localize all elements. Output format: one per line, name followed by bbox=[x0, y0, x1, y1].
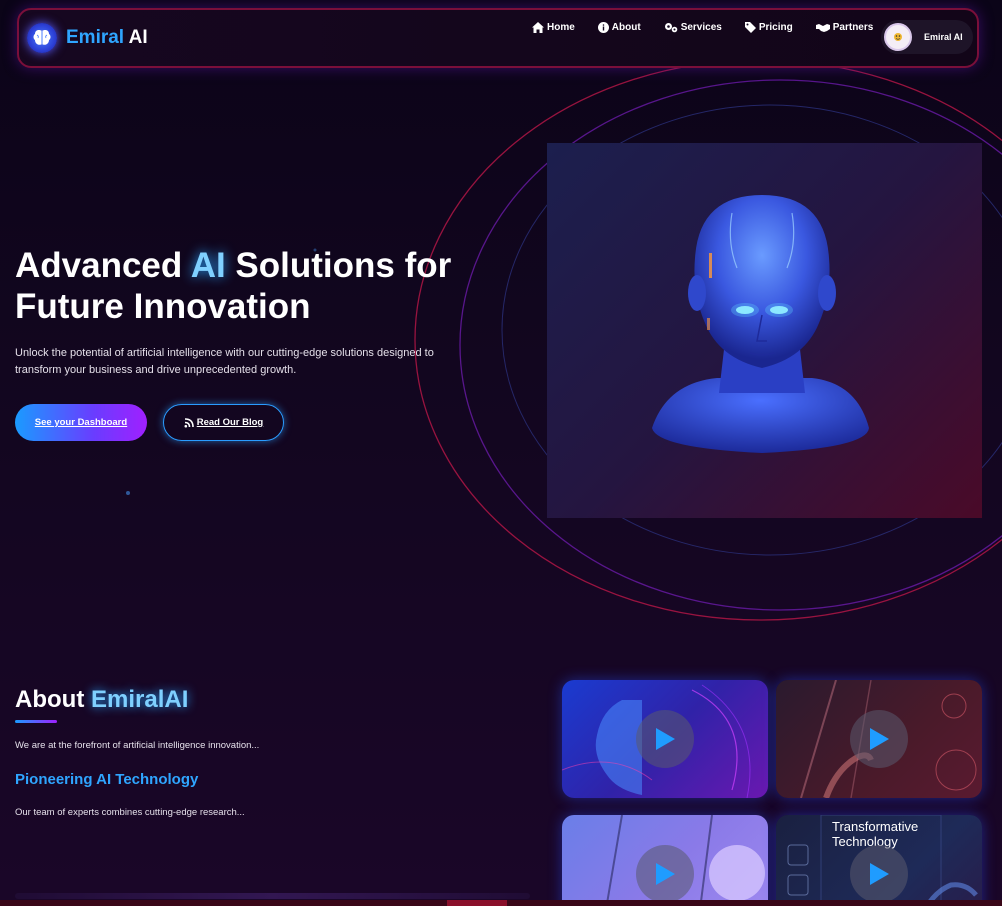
video-card-3[interactable] bbox=[562, 815, 768, 906]
play-button[interactable] bbox=[636, 845, 694, 903]
nav-links: Home About Services Pricing Partners bbox=[532, 22, 896, 33]
user-name: Emiral AI bbox=[924, 32, 963, 42]
video-card-4[interactable]: Transformative Technology bbox=[776, 815, 982, 906]
play-button[interactable] bbox=[636, 710, 694, 768]
handshake-icon bbox=[815, 23, 830, 32]
hero-description: Unlock the potential of artificial intel… bbox=[15, 347, 434, 376]
about-body: Our team of experts combines cutting-edg… bbox=[15, 807, 245, 818]
hero-title-line2: Future Innovation bbox=[15, 287, 311, 326]
hero-title-part1: Advanced bbox=[15, 246, 191, 285]
about-title: About EmiralAI bbox=[15, 686, 188, 714]
info-icon bbox=[597, 22, 609, 33]
page-bottom-strip bbox=[0, 900, 1002, 906]
user-menu[interactable]: Emiral AI bbox=[881, 20, 973, 54]
tag-icon bbox=[744, 22, 756, 33]
nav-link-label: Pricing bbox=[758, 22, 793, 33]
avatar bbox=[884, 23, 912, 51]
nav-link-label: Services bbox=[680, 22, 722, 33]
play-icon bbox=[870, 863, 889, 885]
blog-icon bbox=[184, 417, 194, 427]
hero-ai-head-image bbox=[547, 143, 982, 518]
see-dashboard-button[interactable]: See your Dashboard bbox=[15, 404, 147, 441]
about-subtitle: Pioneering AI Technology bbox=[15, 771, 199, 788]
play-icon bbox=[656, 863, 675, 885]
read-blog-label: Read Our Blog bbox=[196, 417, 264, 428]
play-button[interactable] bbox=[850, 710, 908, 768]
brain-logo-icon bbox=[27, 23, 57, 53]
brand[interactable]: Emiral AI bbox=[27, 23, 148, 53]
play-icon bbox=[656, 728, 675, 750]
hero-title-part2: Solutions for bbox=[225, 246, 452, 285]
nav-link-label: Home bbox=[547, 22, 575, 33]
bottom-strip-highlight bbox=[447, 900, 507, 906]
hero-title: Advanced AI Solutions for Future Innovati… bbox=[15, 245, 485, 327]
nav-link-about[interactable]: About bbox=[597, 22, 641, 33]
read-blog-button[interactable]: Read Our Blog bbox=[163, 404, 284, 441]
hero-title-accent: AI bbox=[190, 246, 226, 285]
about-title-part1: About bbox=[15, 686, 91, 713]
home-icon bbox=[532, 22, 544, 33]
see-dashboard-label: See your Dashboard bbox=[34, 417, 128, 428]
play-button[interactable] bbox=[850, 845, 908, 903]
about-divider bbox=[15, 893, 530, 899]
about-title-underline bbox=[15, 720, 57, 723]
nav-link-pricing[interactable]: Pricing bbox=[744, 22, 793, 33]
nav-link-partners[interactable]: Partners bbox=[815, 22, 874, 33]
video-card-2[interactable] bbox=[776, 680, 982, 798]
navbar: Emiral AI Home About Services Pricing Pa… bbox=[17, 8, 979, 68]
brand-name: Emiral AI bbox=[66, 27, 148, 49]
nav-link-label: About bbox=[611, 22, 641, 33]
play-icon bbox=[870, 728, 889, 750]
brand-name-rest: AI bbox=[128, 27, 148, 48]
gears-icon bbox=[664, 23, 677, 33]
video-card-1[interactable] bbox=[562, 680, 768, 798]
nav-link-home[interactable]: Home bbox=[532, 22, 575, 33]
about-title-accent: EmiralAI bbox=[90, 686, 189, 713]
nav-link-label: Partners bbox=[832, 22, 874, 33]
nav-link-services[interactable]: Services bbox=[664, 22, 722, 33]
video-card-title: Transformative Technology bbox=[832, 819, 919, 849]
brand-name-accent: Emiral bbox=[66, 27, 125, 48]
about-intro: We are at the forefront of artificial in… bbox=[15, 740, 260, 751]
